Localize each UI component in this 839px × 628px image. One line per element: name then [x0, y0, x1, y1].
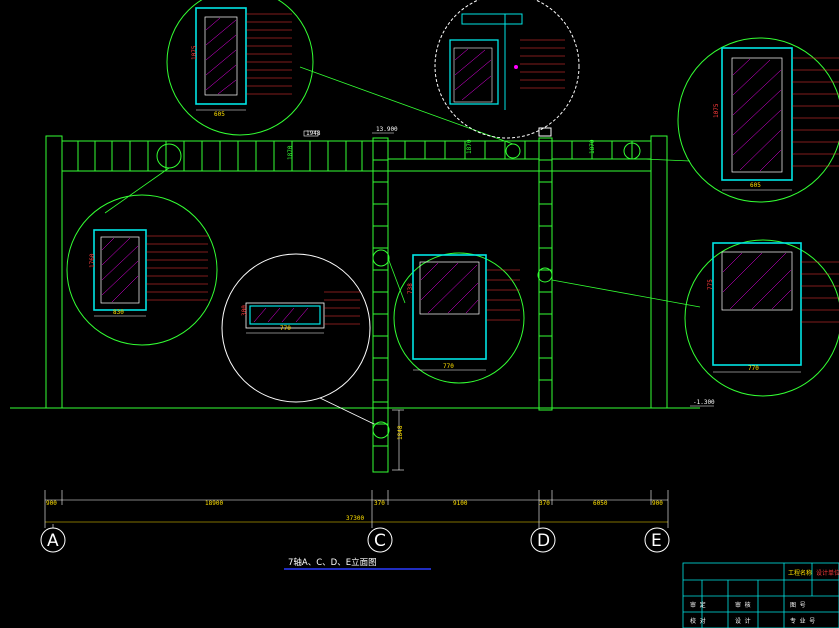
detail-bubble-6: 770 738	[393, 252, 525, 384]
dim-segment-3: 370	[374, 500, 385, 507]
axis-label-c: C	[374, 531, 386, 551]
drawing-title: 7轴A、C、D、E立面图	[288, 557, 377, 568]
beam-tag-3: 1870	[466, 139, 473, 154]
detail-1-height: 1075	[191, 45, 198, 60]
axis-label-a: A	[47, 531, 59, 551]
dim-segment-4: 9100	[453, 500, 468, 507]
detail-7-width: 770	[748, 365, 759, 372]
dim-segment-7: 900	[652, 500, 663, 507]
detail-5-height: 300	[241, 305, 248, 316]
bottom-elevation-label: -1.300	[693, 399, 715, 406]
title-block-cell-a1: 审 定	[690, 601, 706, 609]
title-block-sheet: 图 号	[790, 602, 806, 609]
dim-total: 37300	[346, 515, 364, 522]
title-block-company: 设计单位	[816, 569, 839, 577]
dim-segment-6: 6050	[593, 500, 608, 507]
top-elevation-label: 13.900	[376, 126, 398, 133]
detail-7-height: 775	[707, 279, 714, 290]
axis-label-e: E	[651, 531, 662, 551]
column-ladder-rungs	[373, 159, 552, 447]
dimension-chain	[44, 490, 669, 528]
detail-6-height: 738	[407, 283, 414, 294]
cad-drawing-canvas: 1948 1870 1870 1870 13.900 -1.300 1848 6…	[10, 0, 839, 628]
detail-bubble-2	[434, 0, 580, 139]
title-block-cell-b2: 设 计	[735, 617, 751, 625]
detail-5-width: 770	[280, 325, 291, 332]
axis-label-d: D	[537, 531, 550, 551]
dim-segment-1: 900	[46, 500, 57, 507]
detail-bubble-1: 605 1075	[166, 0, 314, 136]
detail-3-height: 1075	[713, 103, 720, 118]
title-block-cell-a2: 校 对	[690, 617, 706, 625]
detail-4-height: 1760	[89, 253, 96, 268]
elevation-frame	[10, 135, 700, 473]
column-height-dimension: 1848	[392, 409, 404, 471]
detail-4-width: 830	[113, 309, 124, 316]
column-height-text: 1848	[397, 425, 404, 440]
beam-tag-4: 1870	[589, 139, 596, 154]
title-block-project: 工程名称	[788, 569, 812, 577]
detail-1-width: 605	[214, 111, 225, 118]
detail-bubble-3: 605 1075	[677, 37, 839, 203]
detail-bubble-5: 770 300	[221, 253, 371, 403]
dim-segment-5: 370	[539, 500, 550, 507]
segment-dimension-labels: 900 18900 370 9100 370 6050 900 37300	[46, 500, 663, 522]
axis-bubbles: A C D E	[40, 524, 670, 553]
dim-segment-2: 18900	[205, 500, 223, 507]
detail-bubble-7: 770 775	[684, 239, 839, 397]
beam-tag-2: 1870	[287, 145, 294, 160]
detail-bubble-4: 830 1760	[66, 194, 218, 346]
leader-lines	[104, 66, 701, 425]
title-block-drawing-no: 专 业 号	[790, 617, 815, 625]
detail-6-width: 770	[443, 363, 454, 370]
beam-tag-1: 1948	[306, 130, 321, 137]
title-block-cell-b1: 审 核	[735, 601, 751, 609]
beam-tags: 1948 1870 1870 1870	[287, 130, 596, 160]
detail-3-width: 605	[750, 182, 761, 189]
